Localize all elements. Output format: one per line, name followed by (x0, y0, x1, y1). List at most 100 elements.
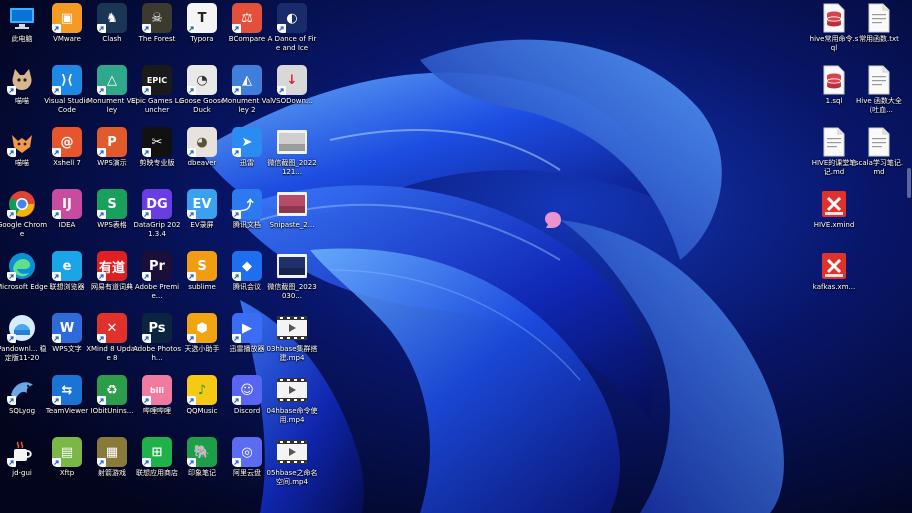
shortcut-arrow-icon (187, 24, 196, 33)
desktop-icon-label: 微信截图_2023030... (267, 283, 317, 300)
desktop-icon-qqmusic[interactable]: ♪ QQMusic (179, 375, 225, 416)
desktop-icon-vs-code[interactable]: ⟩⟨ Visual Studio Code (44, 65, 90, 115)
desktop-icon-tencent-docs[interactable]: ⤴ 腾讯文档 (224, 189, 270, 230)
desktop-icon-youdao-dict[interactable]: 有道 网易有道词典 (89, 251, 135, 292)
tencent-meeting-icon: ◆ (232, 251, 262, 281)
desktop-icon-video-04hbase[interactable]: 04hbase命令使用.mp4 (266, 375, 318, 425)
shortcut-arrow-icon (232, 24, 241, 33)
desktop-icon-sql-file-1[interactable]: 1.sql (811, 65, 857, 106)
desktop-icon-wps-spreadsheet[interactable]: S WPS表格 (89, 189, 135, 230)
shortcut-arrow-icon (142, 24, 151, 33)
shortcut-arrow-icon (97, 458, 106, 467)
clash-icon: ♞ (97, 3, 127, 33)
shortcut-arrow-icon (142, 334, 151, 343)
desktop-icon-meow[interactable]: 喵喵 (0, 65, 45, 106)
desktop-icon-hive-functions-doc[interactable]: Hive 函数大全（吐血... (856, 65, 902, 115)
desktop-icon-sqlyog[interactable]: SQLyog (0, 375, 45, 416)
shortcut-arrow-icon (232, 210, 241, 219)
desktop-icon-xunlei[interactable]: ➤ 迅雷 (224, 127, 270, 168)
desktop-icon-tencent-meeting[interactable]: ◆ 腾讯会议 (224, 251, 270, 292)
desktop-icon-datagrip[interactable]: DG DataGrip 2021.3.4 (134, 189, 181, 239)
desktop-icon-xftp[interactable]: ▤ Xftp (44, 437, 90, 478)
desktop-icon-thunder-player[interactable]: ▶ 迅雷播放器 (224, 313, 270, 354)
xmind8-icon: ✕ (97, 313, 127, 343)
wechat-screenshot-2-icon (277, 251, 307, 281)
desktop-icon-hive-common-commands-sql[interactable]: hive常用命令.sql (810, 3, 858, 53)
desktop-icon-snipaste-image[interactable]: Snipaste_2... (269, 189, 315, 230)
desktop-icon-video-05hbase[interactable]: 05hbase之命名空间.mp4 (266, 437, 318, 487)
desktop-icon-tianxuan-assistant[interactable]: ⬢ 天选小助手 (179, 313, 225, 354)
pandownload-icon (7, 313, 37, 343)
desktop-icon-idea[interactable]: IJ IDEA (44, 189, 90, 230)
bilibili-icon: bili (142, 375, 172, 405)
shortcut-arrow-icon (232, 86, 241, 95)
desktop-icon-common-functions-txt[interactable]: 常用函数.txt (856, 3, 902, 44)
desktop-icon-wps-writer[interactable]: W WPS文字 (44, 313, 90, 354)
desktop-icon-typora[interactable]: T Typora (179, 3, 225, 44)
the-forest-icon: ☠ (142, 3, 172, 33)
desktop-icon-wechat-screenshot-1[interactable]: 微信截图_2022121... (267, 127, 317, 177)
desktop-icon-jd-gui[interactable]: jd-gui (0, 437, 45, 478)
desktop-icon-vsodownloader[interactable]: ↓ VSODown... (269, 65, 315, 106)
desktop-icon-lenovo-games[interactable]: ▦ 射箭游戏 (89, 437, 135, 478)
desktop-icon-capcut[interactable]: ✂ 剪映专业版 (134, 127, 180, 168)
desktop-icon-bcompare[interactable]: ⚖ BCompare (224, 3, 270, 44)
desktop-icon-wechat-screenshot-2[interactable]: 微信截图_2023030... (267, 251, 317, 301)
desktop-icon-label: 03hbase集群搭建.mp4 (266, 345, 318, 362)
shortcut-arrow-icon (187, 86, 196, 95)
desktop-icon-hive-class-notes-md[interactable]: HIVE的课堂笔记.md (811, 127, 857, 177)
xftp-icon: ▤ (52, 437, 82, 467)
desktop-icon-the-forest[interactable]: ☠ The Forest (134, 3, 180, 44)
desktop-icon-lenovo-browser[interactable]: e 联想浏览器 (44, 251, 90, 292)
desktop-icon-ev-recorder[interactable]: EV EV录屏 (179, 189, 225, 230)
desktop-icon-adobe-photoshop[interactable]: Ps Adobe Photosh... (133, 313, 181, 363)
desktop-icon-xshell[interactable]: @ Xshell 7 (44, 127, 90, 168)
desktop-icon-epic-games[interactable]: EPIC Epic Games Launcher (131, 65, 183, 115)
desktop-icon-meowmeow[interactable]: 喵喵 (0, 127, 45, 168)
desktop-icon-vmware[interactable]: ▣ VMware (44, 3, 90, 44)
desktop-icon-scala-notes-md[interactable]: scala学习笔记.md (855, 127, 903, 177)
desktop-icon-dbeaver[interactable]: ◕ dbeaver (179, 127, 225, 168)
tianxuan-assistant-icon: ⬢ (187, 313, 217, 343)
xshell-icon: @ (52, 127, 82, 157)
desktop-icon-hive-xmind[interactable]: HIVE.xmind (811, 189, 857, 230)
shortcut-arrow-icon (7, 334, 16, 343)
desktop-icon-evernote[interactable]: 🐘 印象笔记 (179, 437, 225, 478)
wechat-screenshot-1-icon (277, 127, 307, 157)
desktop-icon-iobit-uninstaller[interactable]: ♻ IObitUnins... (89, 375, 135, 416)
desktop-icon-video-03hbase[interactable]: 03hbase集群搭建.mp4 (266, 313, 318, 363)
desktop-icon-lenovo-app-store[interactable]: ⊞ 联想应用商店 (134, 437, 180, 478)
desktop[interactable]: 此电脑 喵喵 喵喵 Google Chrome Microsoft Edge Pandow… (0, 0, 912, 513)
shortcut-arrow-icon (52, 86, 61, 95)
shortcut-arrow-icon (52, 210, 61, 219)
desktop-icon-aliyun-drive[interactable]: ◎ 阿里云盘 (224, 437, 270, 478)
desktop-icon-this-pc[interactable]: 此电脑 (0, 3, 45, 44)
desktop-icon-wps-presentation[interactable]: P WPS演示 (89, 127, 135, 168)
desktop-icon-xmind8[interactable]: ✕ XMind 8 Update 8 (86, 313, 138, 363)
meow-icon (7, 65, 37, 95)
video-03hbase-icon (277, 313, 307, 343)
desktop-icon-sublime[interactable]: Ssublime (179, 251, 225, 292)
desktop-icon-clash[interactable]: ♞ Clash (89, 3, 135, 44)
desktop-icon-monument-valley-2[interactable]: ◭ Monument Valley 2 (222, 65, 272, 115)
desktop-icon-microsoft-edge[interactable]: Microsoft Edge (0, 251, 48, 292)
goose-goose-duck-icon: ◔ (187, 65, 217, 95)
desktop-icon-monument-valley[interactable]: △ Monument Valley (87, 65, 137, 115)
kafkas-xmind-icon (819, 251, 849, 281)
desktop-icon-discord[interactable]: ☺ Discord (224, 375, 270, 416)
desktop-icon-kafkas-xmind[interactable]: kafkas.xm... (811, 251, 857, 292)
desktop-icon-bilibili[interactable]: bili 哔哩哔哩 (134, 375, 180, 416)
desktop-icon-teamviewer[interactable]: ⇆ TeamViewer (44, 375, 90, 416)
shortcut-arrow-icon (232, 272, 241, 281)
shortcut-arrow-icon (187, 458, 196, 467)
thunder-player-icon: ▶ (232, 313, 262, 343)
desktop-icon-goose-goose-duck[interactable]: ◔ Goose Goose Duck (179, 65, 225, 115)
monument-valley-icon: △ (97, 65, 127, 95)
desktop-icon-adobe-premiere[interactable]: Pr Adobe Premie... (134, 251, 180, 301)
desktop-scrollbar-thumb[interactable] (907, 168, 911, 198)
desktop-icon-a-dance-of-fire-and-ice[interactable]: ◐ A Dance of Fire and Ice (268, 3, 316, 53)
desktop-icon-pandownload[interactable]: Pandownl... 稳定版11-20 (0, 313, 47, 363)
desktop-icon-google-chrome[interactable]: Google Chrome (0, 189, 47, 239)
vsodownloader-icon: ↓ (277, 65, 307, 95)
shortcut-arrow-icon (52, 24, 61, 33)
